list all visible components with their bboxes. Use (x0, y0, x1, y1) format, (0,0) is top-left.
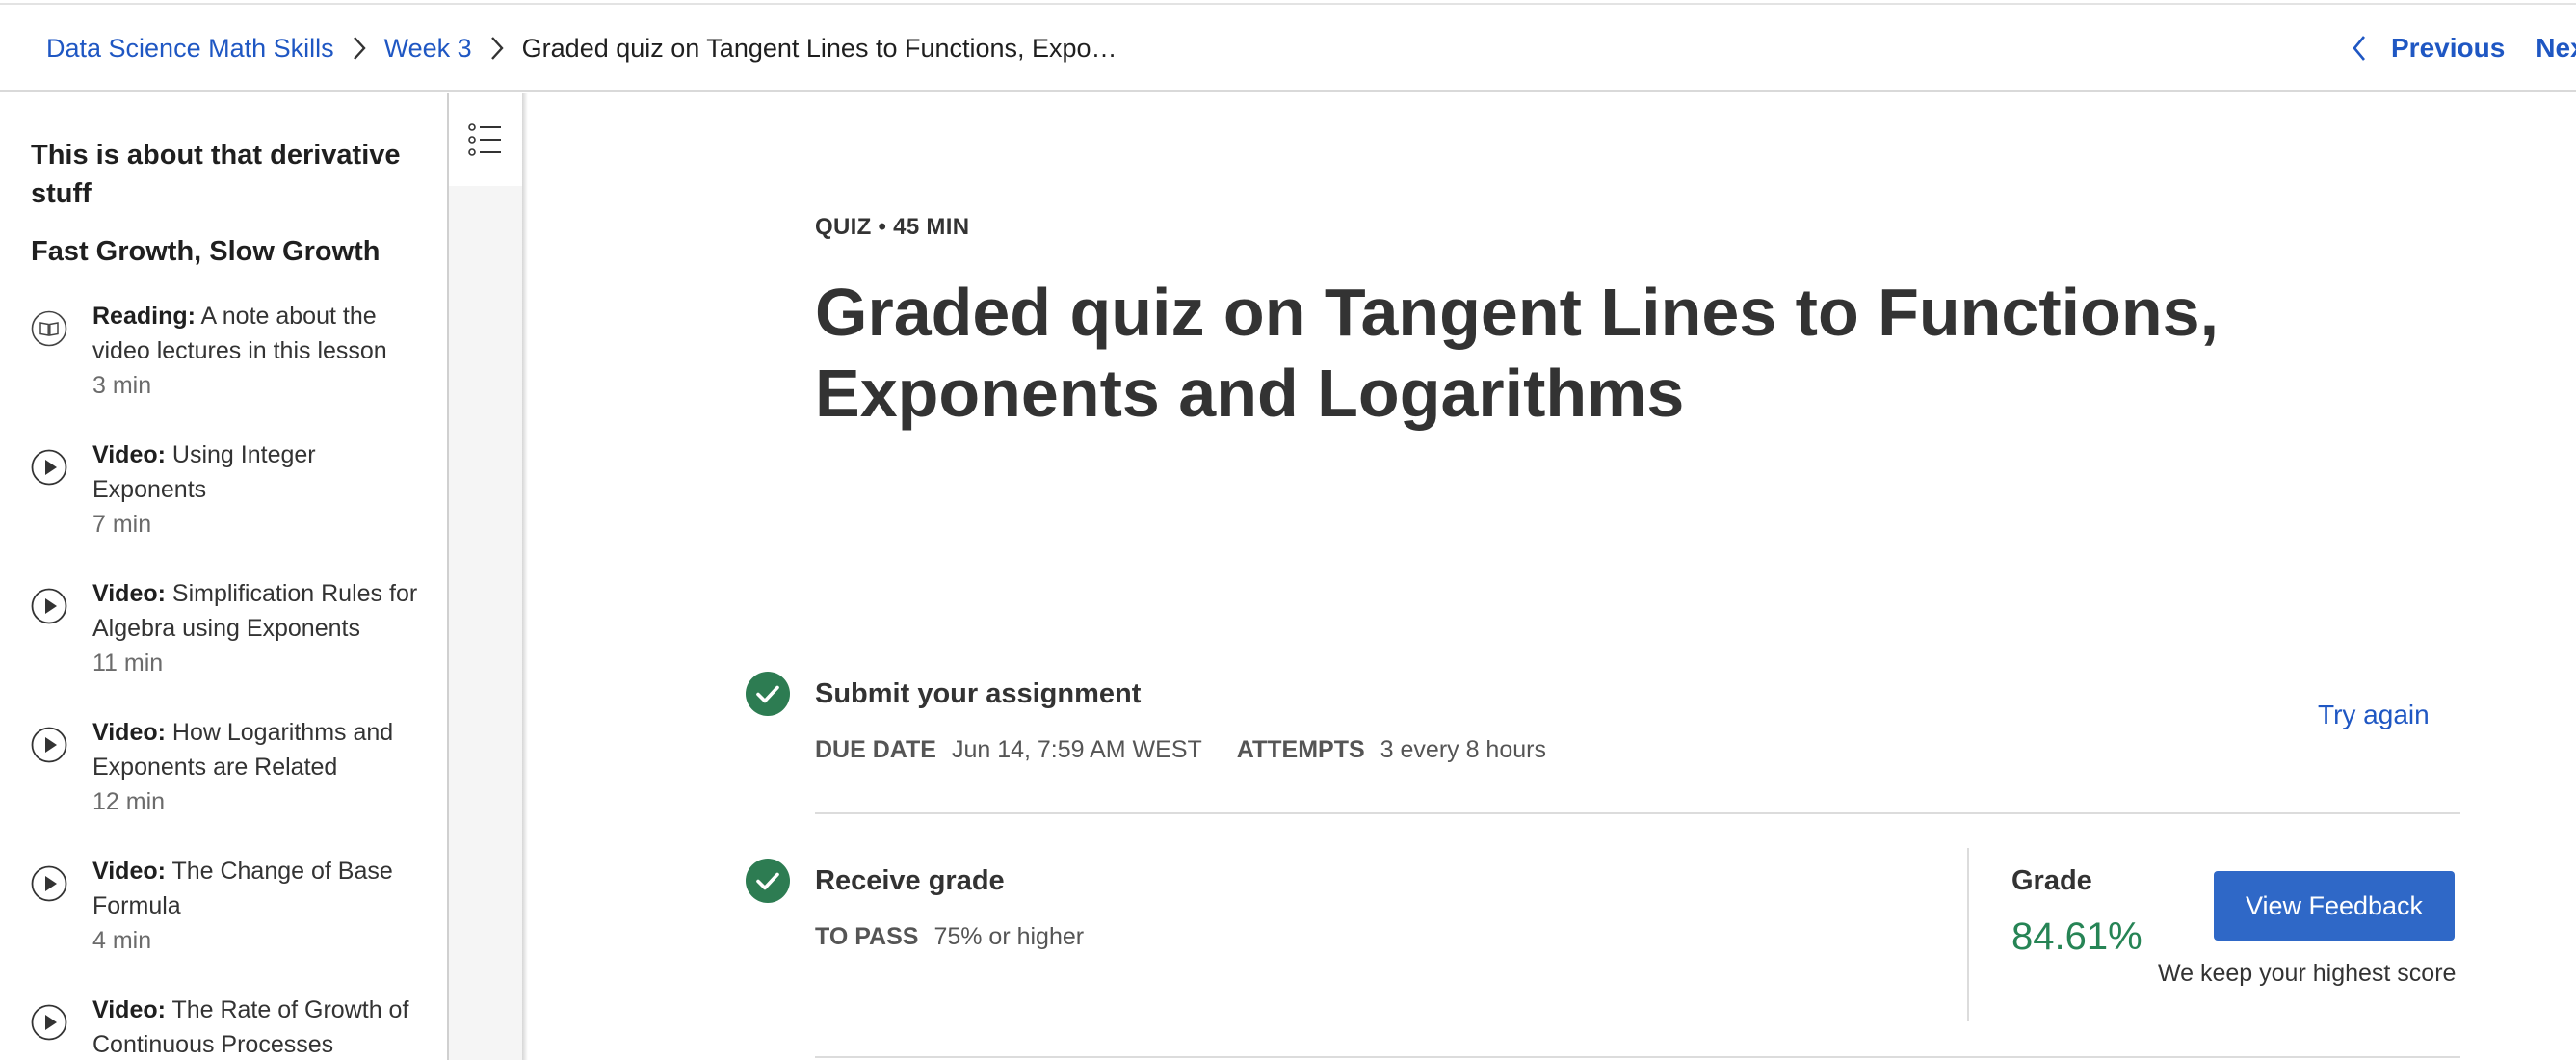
item-type-label: Video: (92, 858, 166, 885)
to-pass-value: 75% or higher (933, 923, 1085, 950)
sidebar-item-title: Reading: A note about the video lectures… (92, 299, 420, 368)
chevron-right-icon (488, 35, 506, 62)
breadcrumb-current: Graded quiz on Tangent Lines to Function… (521, 33, 1117, 63)
play-icon (31, 588, 67, 624)
due-date-label: DUE DATE (815, 736, 936, 763)
collapsed-panel (449, 93, 522, 1060)
item-type-label: Video: (92, 996, 166, 1023)
attempts-label: ATTEMPTS (1236, 736, 1365, 763)
item-type-label: Video: (92, 580, 166, 607)
panel-shadow (522, 93, 528, 1060)
sidebar-item-duration: 3 min (92, 372, 152, 399)
previous-label: Previous (2391, 33, 2506, 63)
play-icon (31, 1004, 67, 1041)
view-feedback-button[interactable]: View Feedback (2214, 871, 2455, 941)
sidebar-item-duration: 12 min (92, 788, 166, 815)
item-type-label: Reading: (92, 303, 196, 330)
play-icon (31, 449, 67, 486)
grade-step-title: Receive grade (815, 865, 1005, 896)
sidebar-item-duration: 11 min (92, 649, 164, 676)
attempts-value: 3 every 8 hours (1380, 736, 1546, 763)
sidebar-lesson-subheading: Fast Growth, Slow Growth (31, 236, 381, 267)
chevron-right-icon (351, 35, 368, 62)
to-pass-label: TO PASS (815, 923, 919, 950)
check-circle-icon (746, 672, 790, 716)
highest-score-note: We keep your highest score (2158, 960, 2457, 987)
grade-divider (1967, 848, 1969, 1021)
book-icon (31, 310, 67, 347)
list-icon (468, 123, 501, 156)
sidebar-item-title: Video: The Change of Base Formula (92, 854, 420, 923)
breadcrumb-course-link[interactable]: Data Science Math Skills (46, 34, 334, 64)
sidebar-item-title: Video: The Rate of Growth of Continuous … (92, 993, 420, 1060)
section-divider (815, 1056, 2460, 1058)
item-type-label: Video: (92, 441, 166, 468)
page-title: Graded quiz on Tangent Lines to Function… (815, 275, 2220, 431)
grade-value: 84.61% (2011, 915, 2142, 958)
section-divider (815, 812, 2460, 814)
breadcrumb: Data Science Math Skills Week 3 Graded q… (46, 5, 1117, 92)
next-button[interactable]: Next (2536, 33, 2576, 64)
play-icon (31, 865, 67, 902)
toc-toggle-button[interactable] (449, 93, 522, 186)
play-icon (31, 727, 67, 763)
course-sidebar: This is about that derivative stuff Fast… (0, 93, 447, 1060)
sidebar-lesson-heading: This is about that derivative stuff (31, 140, 401, 209)
quiz-kicker: QUIZ • 45 MIN (815, 214, 970, 240)
sidebar-item-duration: 4 min (92, 927, 152, 954)
submit-step-title: Submit your assignment (815, 678, 1142, 709)
due-date-value: Jun 14, 7:59 AM WEST (951, 736, 1202, 763)
item-type-label: Video: (92, 719, 166, 746)
grade-meta: TO PASS 75% or higher (815, 923, 1084, 951)
previous-button[interactable]: Previous (2351, 33, 2505, 64)
sidebar-item-duration: 7 min (92, 511, 152, 538)
check-circle-icon (746, 859, 790, 903)
header-bar: Data Science Math Skills Week 3 Graded q… (0, 5, 2576, 92)
sidebar-item-title: Video: Using Integer Exponents (92, 437, 420, 507)
submit-meta: DUE DATE Jun 14, 7:59 AM WEST ATTEMPTS 3… (815, 736, 1546, 764)
chevron-left-icon (2353, 36, 2365, 61)
sidebar-item-title: Video: Simplification Rules for Algebra … (92, 576, 420, 646)
item-navigation: Previous Next (2351, 5, 2576, 92)
try-again-link[interactable]: Try again (2318, 700, 2430, 730)
sidebar-item-title: Video: How Logarithms and Exponents are … (92, 715, 420, 784)
grade-label: Grade (2011, 865, 2092, 896)
breadcrumb-week-link[interactable]: Week 3 (384, 34, 472, 64)
